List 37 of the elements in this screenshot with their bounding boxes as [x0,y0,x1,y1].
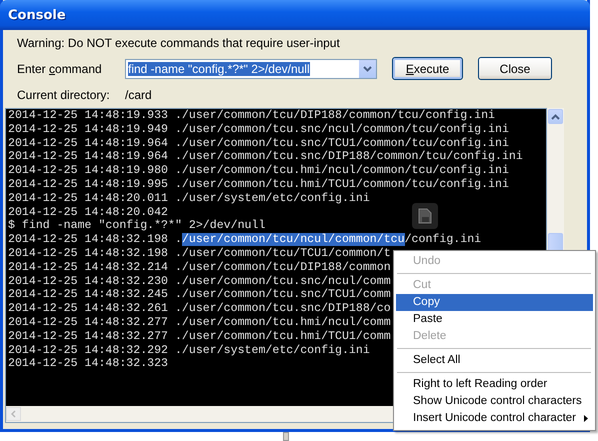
window-title: Console [8,8,66,22]
console-line: 2014-12-25 14:48:19.933 ./user/common/tcu/DIP188/common/tcu/config.ini [8,109,496,123]
warning-text: Warning: Do NOT execute commands that require user-input [17,36,341,50]
document-icon [412,203,438,229]
console-line: 2014-12-25 14:48:19.980 ./user/common/tcu.hmi/ncul/common/tcu/config.ini [8,164,509,178]
console-line: 2014-12-25 14:48:32.230 ./user/common/tcu.snc/ncul/comm [8,274,391,288]
console-line: 2014-12-25 14:48:19.964 ./user/common/tcu.snc/TCU1/common/tcu/config.ini [8,136,509,150]
console-line: 2014-12-25 14:48:19.964 ./user/common/tcu.snc/DIP188/common/tcu/config.ini [8,150,523,164]
directory-label: Current directory: [17,88,111,102]
console-line: 2014-12-25 14:48:32.214 ./user/common/tcu/DIP188/common [8,260,391,275]
console-line: 2014-12-25 14:48:19.949 ./user/common/tcu.snc/ncul/common/tcu/config.ini [8,122,509,137]
menu-item[interactable]: Copy [396,294,593,311]
menu-item[interactable]: Insert Unicode control character [396,410,593,427]
console-line: 2014-12-25 14:48:32.277 ./user/common/tcu.hmi/TCU1/comm [8,330,391,344]
console-line: 2014-12-25 14:48:32.198 ./user/common/tcu/ncul/common/tcu/config.ini [8,233,482,247]
submenu-arrow-icon [584,415,588,422]
directory-value: /card [125,88,152,102]
console-line: 2014-12-25 14:48:20.042 [8,206,168,220]
command-combobox[interactable]: find -name "config.*?*" 2>/dev/null [125,58,377,78]
menu-item[interactable]: Show Unicode control characters [396,393,593,410]
console-line: 2014-12-25 14:48:32.198 ./user/common/tcu/TCU1/common/t [8,246,391,261]
window-edge [283,432,289,441]
menu-item[interactable]: Right to left Reading order [396,376,593,393]
menu-item[interactable]: Select All [396,352,593,369]
console-line: 2014-12-25 14:48:32.261 ./user/common/tcu.snc/DIP188/co [8,302,391,316]
console-line: 2014-12-25 14:48:32.245 ./user/common/tcu.snc/TCU1/comm [8,288,391,302]
close-button[interactable]: Close [478,57,552,80]
scroll-up-icon[interactable] [548,109,563,124]
console-line: $ find -name "config.*?*" 2>/dev/null [8,219,266,234]
console-line: 2014-12-25 14:48:32.292 ./user/system/etc/config.ini [8,344,370,358]
console-line: 2014-12-25 14:48:19.995 ./user/common/tcu.hmi/TCU1/common/tcu/config.ini [8,178,509,192]
command-label: Enter command [17,62,103,76]
console-line: 2014-12-25 14:48:20.011 ./user/system/etc/config.ini [8,192,370,206]
console-line: 2014-12-25 14:48:32.277 ./user/common/tcu.hmi/ncul/comm [8,316,391,330]
menu-item[interactable]: Paste [396,311,593,328]
console-line: 2014-12-25 14:48:32.323 [8,357,168,372]
execute-button[interactable]: Execute [392,57,463,80]
